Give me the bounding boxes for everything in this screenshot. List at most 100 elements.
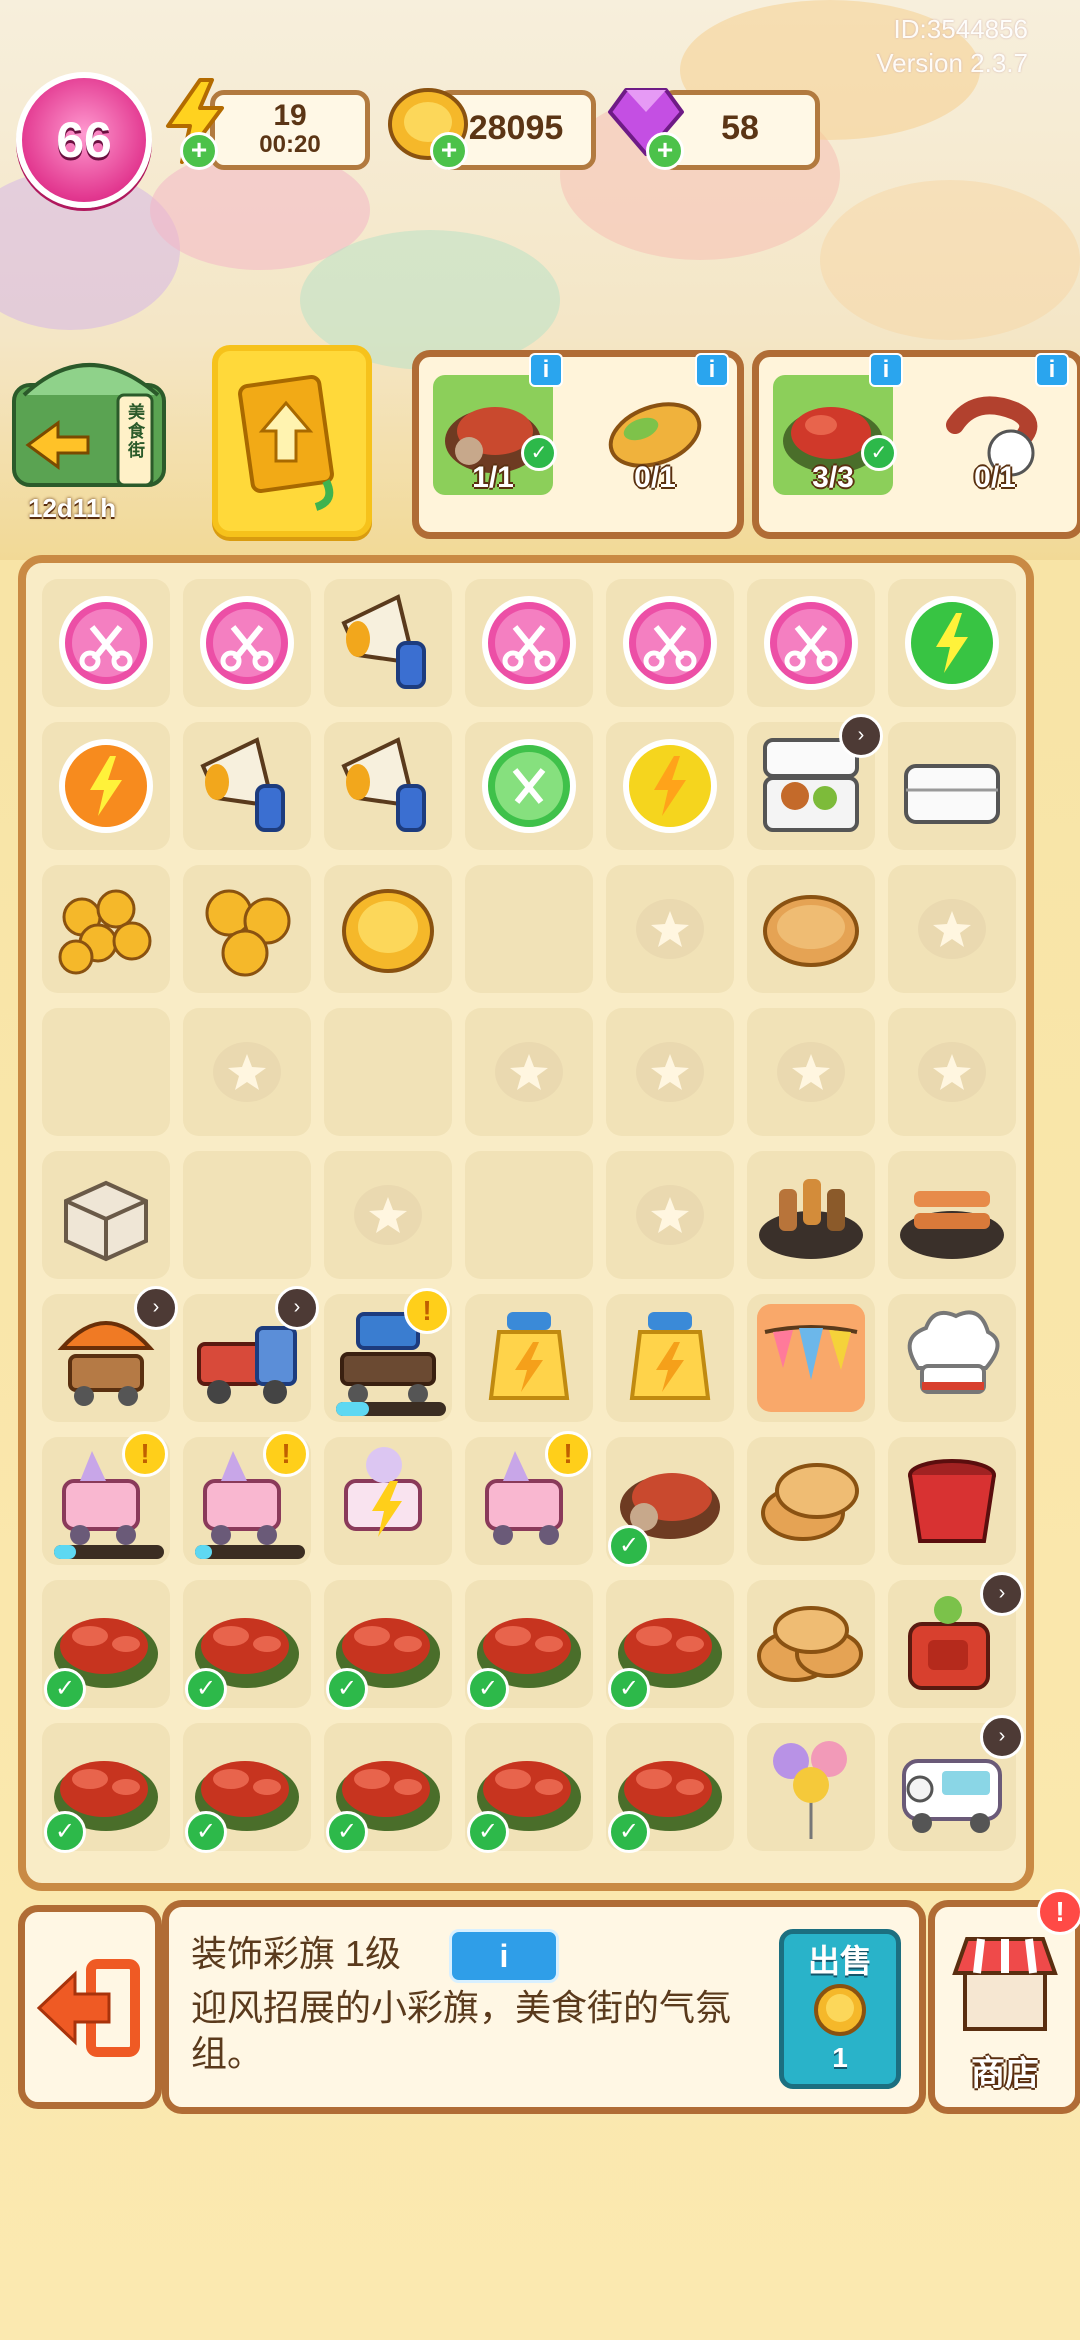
board-cell[interactable] [465,579,593,707]
skewers-icon[interactable] [751,1155,871,1275]
board-cell[interactable]: ! [465,1431,593,1565]
board-cell[interactable] [183,722,311,850]
flatbread-icon[interactable] [751,869,871,989]
megaphone-icon[interactable] [328,726,448,846]
board-cell[interactable] [606,1294,734,1422]
info-icon[interactable]: i [695,353,729,387]
level-badge[interactable]: 66 [16,72,152,208]
add-energy-button[interactable]: + [180,132,218,170]
board-cell[interactable] [888,1151,1016,1279]
info-icon[interactable]: i [1035,353,1069,387]
sell-button[interactable]: 出售 1 [779,1929,901,2089]
board-cell[interactable] [42,1008,170,1136]
coins-pile-icon[interactable] [46,869,166,989]
board-cell[interactable] [183,1008,311,1136]
board-cell[interactable] [888,1008,1016,1136]
board-cell[interactable] [465,865,593,993]
board-cell[interactable] [606,579,734,707]
board-cell[interactable] [465,1294,593,1422]
board-cell[interactable] [888,722,1016,850]
board-cell[interactable] [747,1437,875,1565]
star-icon[interactable] [610,1012,730,1132]
board-cell[interactable] [183,1151,311,1279]
flatbread3-icon[interactable] [751,1584,871,1704]
board-cell[interactable]: ✓ [183,1580,311,1710]
board-cell[interactable] [324,865,452,993]
board-cell[interactable] [324,1008,452,1136]
scissors-pink-icon[interactable] [46,583,166,703]
board-cell[interactable]: ✓ [606,1723,734,1853]
scissors-pink-icon[interactable] [187,583,307,703]
star-icon[interactable] [187,1012,307,1132]
order-card-1[interactable]: 1/1 ✓ 0/1 i i [412,350,744,539]
star-icon[interactable] [892,869,1012,989]
board-cell[interactable] [324,1437,452,1565]
board-cell[interactable]: ✓ [324,1723,452,1853]
board-cell[interactable]: › [888,1572,1024,1708]
board-cell[interactable] [465,722,593,850]
board-cell[interactable] [606,1151,734,1279]
board-cell[interactable] [888,579,1016,707]
board-cell[interactable]: ✓ [42,1580,170,1710]
board-cell[interactable]: ✓ [465,1580,593,1710]
board-cell[interactable] [888,1437,1016,1565]
scissors-pink-icon[interactable] [469,583,589,703]
board-cell[interactable] [183,865,311,993]
board-cell[interactable] [324,579,452,707]
board-cell[interactable] [465,1008,593,1136]
board-cell[interactable] [747,1008,875,1136]
board-cell[interactable]: ✓ [324,1580,452,1710]
info-icon[interactable]: i [869,353,903,387]
board-cell[interactable]: ✓ [183,1723,311,1853]
star-icon[interactable] [610,869,730,989]
board-cell[interactable] [606,1008,734,1136]
energy-bottle-icon[interactable] [469,1298,589,1418]
board-cell[interactable] [42,1151,170,1279]
board-cell[interactable] [465,1151,593,1279]
scissors-pink-icon[interactable] [610,583,730,703]
board-cell[interactable]: › [747,714,883,850]
upgrade-card-button[interactable] [212,345,372,537]
energy-green-icon[interactable] [892,583,1012,703]
star-icon[interactable] [328,1155,448,1275]
star-icon[interactable] [892,1012,1012,1132]
board-cell[interactable] [324,722,452,850]
megaphone-icon[interactable] [187,726,307,846]
board-cell[interactable] [747,1723,875,1851]
megaphone-icon[interactable] [328,583,448,703]
board-cell[interactable] [888,1294,1016,1422]
star-icon[interactable] [751,1012,871,1132]
box-icon[interactable] [46,1155,166,1275]
board-cell[interactable] [183,579,311,707]
energy-bottle-icon[interactable] [610,1298,730,1418]
scissors-pink-icon[interactable] [751,583,871,703]
energy-yellow-icon[interactable] [610,726,730,846]
add-gems-button[interactable]: + [646,132,684,170]
energy-orange-icon[interactable] [46,726,166,846]
exit-button[interactable] [18,1905,162,2109]
scissors-green-icon[interactable] [469,726,589,846]
board-cell[interactable]: ✓ [465,1723,593,1853]
board-cell[interactable]: ! [324,1288,452,1422]
bucket-icon[interactable] [892,1441,1012,1561]
coins-stack-icon[interactable] [187,869,307,989]
board-cell[interactable] [747,865,875,993]
info-icon[interactable]: i [529,353,563,387]
board-cell[interactable] [888,865,1016,993]
add-coins-button[interactable]: + [430,132,468,170]
balloons-icon[interactable] [751,1727,871,1847]
board-cell[interactable] [42,865,170,993]
board-cell[interactable] [324,1151,452,1279]
board-cell[interactable] [747,1580,875,1708]
order-card-2[interactable]: 3/3 ✓ 0/1 i i [752,350,1080,539]
board-cell[interactable]: ! [183,1431,311,1565]
board-cell[interactable]: ✓ [606,1580,734,1710]
chef-hat-icon[interactable] [892,1298,1012,1418]
star-icon[interactable] [610,1155,730,1275]
skewers2-icon[interactable] [892,1155,1012,1275]
bento-closed-icon[interactable] [892,726,1012,846]
board-cell[interactable] [747,579,875,707]
board-cell[interactable] [606,865,734,993]
board-cell[interactable]: ✓ [42,1723,170,1853]
board-cell[interactable]: › [888,1715,1024,1851]
